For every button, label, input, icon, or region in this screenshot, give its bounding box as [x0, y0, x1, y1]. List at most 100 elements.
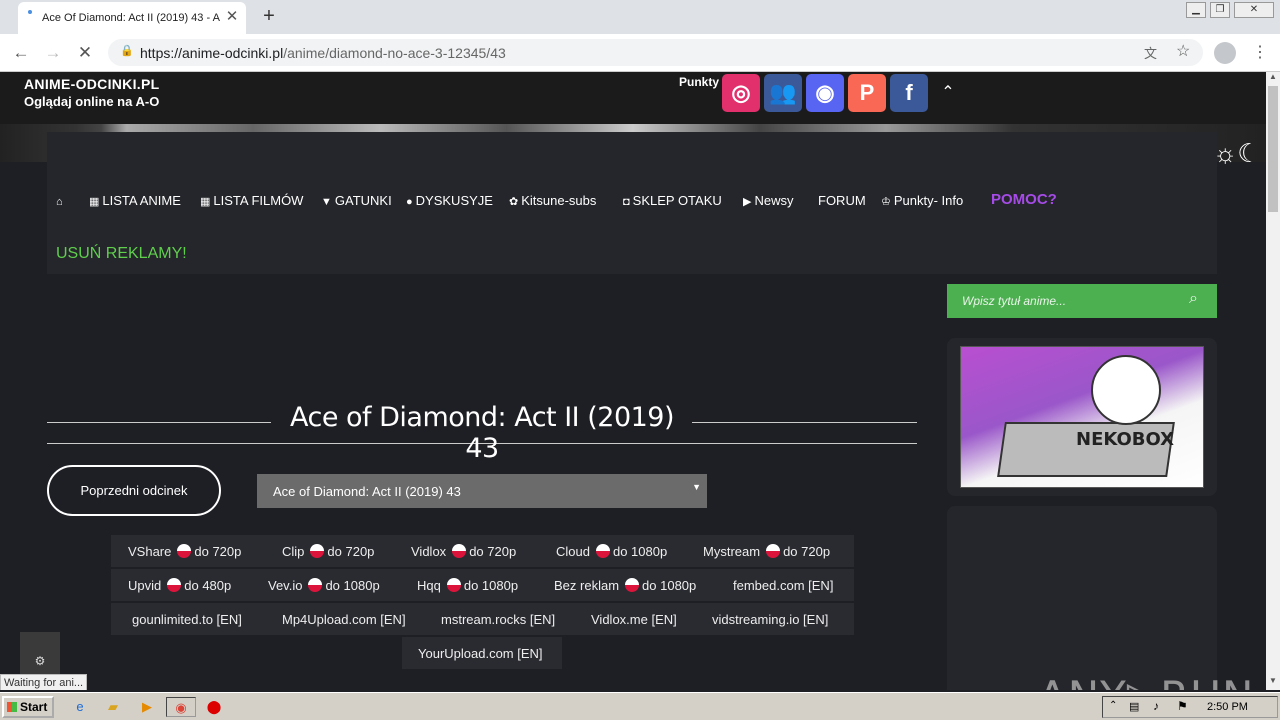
- scroll-thumb[interactable]: [1268, 86, 1278, 212]
- player-link[interactable]: mstream.rocks [EN]: [441, 612, 555, 627]
- folder-icon[interactable]: ▰: [103, 697, 123, 717]
- volume-icon[interactable]: ♪: [1153, 699, 1159, 713]
- nav-item-1[interactable]: ▦ LISTA ANIME: [89, 193, 181, 208]
- network-icon[interactable]: ▤: [1129, 700, 1139, 713]
- pl-flag-icon: [310, 544, 325, 558]
- chrome-icon[interactable]: ◉: [166, 697, 196, 717]
- scrollbar[interactable]: ▲ ▼: [1266, 72, 1280, 690]
- site-name[interactable]: ANIME-ODCINKI.PL: [24, 76, 159, 92]
- start-label: Start: [20, 700, 48, 714]
- nav-icon: ▶: [743, 196, 752, 208]
- player-link[interactable]: vidstreaming.io [EN]: [712, 612, 828, 627]
- profile-icon[interactable]: [1214, 42, 1236, 64]
- minimize-button[interactable]: ▁: [1186, 2, 1206, 18]
- player-link[interactable]: Vidlox.me [EN]: [591, 612, 677, 627]
- start-button[interactable]: Start: [2, 696, 54, 718]
- nav-item-8[interactable]: FORUM: [815, 193, 866, 208]
- site-header: ANIME-ODCINKI.PL Oglądaj online na A-O P…: [0, 72, 1266, 124]
- group-icon[interactable]: 👥: [764, 74, 802, 112]
- player-link[interactable]: gounlimited.to [EN]: [132, 612, 242, 627]
- nav-icon: ▦: [89, 196, 100, 208]
- player-link[interactable]: YourUpload.com [EN]: [418, 646, 543, 661]
- new-tab-button[interactable]: +: [258, 6, 280, 28]
- player-link[interactable]: VShare do 720p: [128, 544, 241, 559]
- address-bar[interactable]: 🔒 https://anime-odcinki.pl/anime/diamond…: [108, 39, 1203, 66]
- ie-icon[interactable]: e: [70, 697, 90, 717]
- player-name: Vev.io: [268, 578, 303, 593]
- nav-remove-ads[interactable]: USUŃ REKLAMY!: [56, 245, 187, 263]
- antivirus-icon[interactable]: ⬤: [204, 697, 224, 717]
- player-name: fembed.com [EN]: [733, 578, 834, 593]
- title-divider-right: [692, 422, 917, 423]
- forward-icon[interactable]: →: [42, 42, 64, 64]
- player-name: mstream.rocks [EN]: [441, 612, 556, 627]
- page-viewport: ANIME-ODCINKI.PL Oglądaj online na A-O P…: [0, 72, 1266, 690]
- lock-icon[interactable]: 🔒: [120, 44, 134, 60]
- facebook-icon[interactable]: f: [890, 74, 928, 112]
- close-window-button[interactable]: ✕: [1234, 2, 1274, 18]
- media-player-icon[interactable]: ▶: [137, 697, 157, 717]
- address-toolbar: ← → ✕ 🔒 https://anime-odcinki.pl/anime/d…: [0, 34, 1280, 72]
- url-text[interactable]: https://anime-odcinki.pl/anime/diamond-n…: [140, 45, 506, 61]
- translate-icon[interactable]: 文: [1144, 43, 1157, 62]
- tray-expand-icon[interactable]: ⌃: [1109, 700, 1117, 711]
- close-tab-icon[interactable]: ✕: [223, 8, 241, 26]
- maximize-button[interactable]: ❐: [1210, 2, 1230, 18]
- stop-icon[interactable]: ✕: [74, 42, 96, 64]
- clock[interactable]: 2:50 PM: [1207, 701, 1248, 713]
- nav-item-9[interactable]: ♔ Punkty- Info: [881, 193, 963, 208]
- pl-flag-icon: [452, 544, 467, 558]
- previous-episode-button[interactable]: Poprzedni odcinek: [47, 465, 221, 516]
- player-quality: do 720p: [469, 544, 517, 559]
- player-link[interactable]: Clip do 720p: [282, 544, 374, 559]
- scroll-up-icon[interactable]: ▲: [1266, 72, 1280, 86]
- nav-label: GATUNKI: [334, 193, 392, 208]
- player-row: VShare do 720p Clip do 720p Vidlox do 720p Clo…: [111, 535, 854, 568]
- player-link[interactable]: Bez reklam do 1080p: [554, 578, 696, 593]
- scroll-down-icon[interactable]: ▼: [1266, 676, 1280, 690]
- nav-item-4[interactable]: ● DYSKUSYJE: [406, 193, 493, 208]
- nekobox-logo: NEKOBOX: [1076, 429, 1175, 450]
- taskbar: Start e ▰ ▶ ◉ ⬤ ⌃ ▤ ♪ ⚑ 2:50 PM: [0, 692, 1280, 720]
- player-link[interactable]: Upvid do 480p: [128, 578, 231, 593]
- nav-item-6[interactable]: ◘ SKLEP OTAKU: [623, 193, 722, 208]
- nav-icon: ▦: [200, 196, 211, 208]
- back-icon[interactable]: ←: [10, 42, 32, 64]
- nav-label: Punkty- Info: [893, 193, 964, 208]
- player-link[interactable]: Cloud do 1080p: [556, 544, 667, 559]
- patreon-icon[interactable]: P: [848, 74, 886, 112]
- nav-icon: ◘: [623, 196, 630, 208]
- nav-label: Newsy: [754, 193, 794, 208]
- points-label[interactable]: Punkty: [679, 75, 719, 89]
- nekobox-ad-image[interactable]: NEKOBOX: [960, 346, 1204, 488]
- player-link[interactable]: Mystream do 720p: [703, 544, 830, 559]
- discord-icon[interactable]: ◉: [806, 74, 844, 112]
- player-row: YourUpload.com [EN]: [402, 637, 562, 670]
- player-link[interactable]: fembed.com [EN]: [733, 578, 833, 593]
- nav-item-5[interactable]: ✿ Kitsune-subs: [509, 193, 596, 208]
- instagram-icon[interactable]: ◎: [722, 74, 760, 112]
- browser-tab[interactable]: Ace Of Diamond: Act II (2019) 43 - A ✕: [18, 2, 246, 34]
- nav-item-0[interactable]: ⌂: [56, 193, 66, 208]
- menu-icon[interactable]: ⋮: [1252, 42, 1268, 62]
- nav-item-2[interactable]: ▦ LISTA FILMÓW: [200, 193, 303, 208]
- nav-help[interactable]: POMOC?: [991, 191, 1057, 208]
- search-icon[interactable]: ⌕: [1189, 290, 1209, 310]
- theme-toggle-icon[interactable]: ☼☾: [1210, 134, 1264, 172]
- flag-icon[interactable]: ⚑: [1177, 699, 1188, 713]
- search-input[interactable]: Wpisz tytuł anime...: [962, 294, 1066, 308]
- player-link[interactable]: Vidlox do 720p: [411, 544, 516, 559]
- player-quality: do 720p: [783, 544, 831, 559]
- player-name: Upvid: [128, 578, 162, 593]
- star-icon[interactable]: ☆: [1176, 41, 1190, 61]
- player-link[interactable]: Mp4Upload.com [EN]: [282, 612, 406, 627]
- episode-select[interactable]: Ace of Diamond: Act II (2019) 43 ▼: [257, 474, 707, 508]
- nav-item-7[interactable]: ▶ Newsy: [743, 193, 793, 208]
- title-divider-left: [47, 422, 271, 423]
- player-link[interactable]: Hqq do 1080p: [417, 578, 518, 593]
- pl-flag-icon: [766, 544, 781, 558]
- nav-item-3[interactable]: ▼ GATUNKI: [321, 193, 392, 208]
- player-link[interactable]: Vev.io do 1080p: [268, 578, 380, 593]
- collapse-icon[interactable]: ⌃: [940, 82, 956, 102]
- search-box[interactable]: Wpisz tytuł anime... ⌕: [947, 284, 1217, 318]
